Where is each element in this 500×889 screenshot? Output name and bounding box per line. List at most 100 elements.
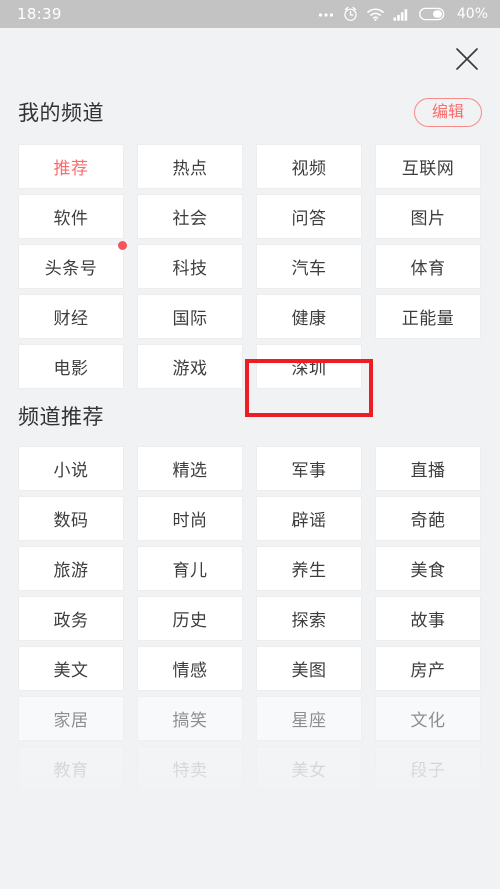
recommended-channel-tile[interactable]: 军事: [256, 446, 362, 491]
tile-label: 军事: [291, 461, 327, 481]
recommended-channel-tile[interactable]: 房产: [375, 646, 481, 691]
my-channel-tile[interactable]: 正能量: [375, 294, 481, 339]
recommended-channel-tile[interactable]: 养生: [256, 546, 362, 591]
tile-label: 精选: [172, 461, 208, 481]
tile-label: 软件: [53, 209, 89, 229]
recommended-channel-tile[interactable]: 历史: [137, 596, 243, 641]
status-bar: 18:39 40%: [0, 0, 500, 28]
my-channel-tile[interactable]: 电影: [18, 344, 124, 389]
tile-label: 科技: [172, 259, 208, 279]
my-channel-tile[interactable]: 软件: [18, 194, 124, 239]
my-channel-tile[interactable]: 汽车: [256, 244, 362, 289]
recommended-channel-tile[interactable]: 小说: [18, 446, 124, 491]
battery-percent-label: 40%: [456, 6, 488, 22]
recommended-channel-tile[interactable]: 探索: [256, 596, 362, 641]
tile-label: 小说: [53, 461, 89, 481]
tile-label: 育儿: [172, 561, 208, 581]
tile-label: 探索: [291, 611, 327, 631]
my-channel-tile[interactable]: 体育: [375, 244, 481, 289]
tile-label: 游戏: [172, 359, 208, 379]
tile-label: 星座: [291, 711, 327, 731]
recommended-channel-tile[interactable]: 政务: [18, 596, 124, 641]
wifi-icon: [367, 7, 384, 21]
tile-label: 视频: [291, 159, 327, 179]
tile-label: 健康: [291, 309, 327, 329]
tile-label: 热点: [172, 159, 208, 179]
my-channel-tile[interactable]: 健康: [256, 294, 362, 339]
my-channel-tile[interactable]: 深圳: [256, 344, 362, 389]
tile-label: 正能量: [401, 309, 455, 329]
my-channel-tile[interactable]: 科技: [137, 244, 243, 289]
recommended-channel-tile[interactable]: 星座: [256, 696, 362, 741]
recommended-channels-grid: 小说 精选 军事 直播数码 时尚 辟谣 奇葩旅游 育儿 养生 美食政务 历史 探索 故事美文 情感 美图 房产…: [0, 446, 500, 791]
tile-label: 故事: [410, 611, 446, 631]
recommended-channel-tile[interactable]: 辟谣: [256, 496, 362, 541]
my-channel-tile[interactable]: 视频: [256, 144, 362, 189]
recommended-channel-tile[interactable]: 旅游: [18, 546, 124, 591]
recommended-channel-tile[interactable]: 教育: [18, 746, 124, 791]
tile-label: 汽车: [291, 259, 327, 279]
my-channel-tile[interactable]: 国际: [137, 294, 243, 339]
status-time: 18:39: [17, 5, 62, 23]
tile-label: 深圳: [291, 359, 327, 379]
recommended-channel-tile[interactable]: 美食: [375, 546, 481, 591]
my-channel-tile[interactable]: 问答: [256, 194, 362, 239]
my-channel-tile[interactable]: 互联网: [375, 144, 481, 189]
tile-label: 图片: [410, 209, 446, 229]
tile-label: 特卖: [172, 761, 208, 781]
tile-label: 教育: [53, 761, 89, 781]
recommended-channel-tile[interactable]: 奇葩: [375, 496, 481, 541]
page-title: 我的频道: [18, 101, 104, 125]
my-channels-grid: 推荐 热点 视频 互联网软件 社会 问答 图片头条号 科技 汽车 体育财经 国际 健康 正能量电影 游戏 深…: [0, 144, 500, 389]
tile-label: 辟谣: [291, 511, 327, 531]
panel-header: [0, 28, 500, 90]
recommended-channel-tile[interactable]: 文化: [375, 696, 481, 741]
recommended-channel-tile[interactable]: 育儿: [137, 546, 243, 591]
recommended-channel-tile[interactable]: 家居: [18, 696, 124, 741]
tile-label: 互联网: [401, 159, 455, 179]
status-icons: 40%: [318, 6, 488, 22]
my-channel-tile[interactable]: 游戏: [137, 344, 243, 389]
my-channel-tile[interactable]: 社会: [137, 194, 243, 239]
tile-label: 旅游: [53, 561, 89, 581]
tile-label: 政务: [53, 611, 89, 631]
close-icon[interactable]: [448, 40, 486, 78]
tile-label: 段子: [410, 761, 446, 781]
recommended-channel-tile[interactable]: 数码: [18, 496, 124, 541]
my-channel-tile[interactable]: 头条号: [18, 241, 127, 289]
recommended-channel-tile[interactable]: 段子: [375, 746, 481, 791]
tile-label: 历史: [172, 611, 208, 631]
tile-label: 问答: [291, 209, 327, 229]
recommended-section-title: 频道推荐: [18, 405, 104, 429]
recommended-channel-tile[interactable]: 故事: [375, 596, 481, 641]
recommended-channel-tile[interactable]: 时尚: [137, 496, 243, 541]
recommended-channel-tile[interactable]: 直播: [375, 446, 481, 491]
recommended-channel-tile[interactable]: 精选: [137, 446, 243, 491]
my-channel-tile[interactable]: 热点: [137, 144, 243, 189]
tile-label: 奇葩: [410, 511, 446, 531]
battery-icon: [418, 7, 447, 21]
tile-label: 直播: [410, 461, 446, 481]
signal-bars-icon: [393, 8, 410, 21]
recommended-channel-tile[interactable]: 美文: [18, 646, 124, 691]
tile-label: 情感: [172, 661, 208, 681]
recommended-channel-tile[interactable]: 美女: [256, 746, 362, 791]
alarm-clock-icon: [343, 6, 358, 22]
my-channel-tile[interactable]: 图片: [375, 194, 481, 239]
tile-label: 时尚: [172, 511, 208, 531]
my-channel-tile[interactable]: 财经: [18, 294, 124, 339]
recommended-channel-tile[interactable]: 情感: [137, 646, 243, 691]
tile-label: 养生: [291, 561, 327, 581]
recommended-channel-tile[interactable]: 搞笑: [137, 696, 243, 741]
tile-label: 美食: [410, 561, 446, 581]
tile-label: 美文: [53, 661, 89, 681]
recommended-channel-tile[interactable]: 美图: [256, 646, 362, 691]
new-badge-dot: [118, 241, 127, 250]
edit-button[interactable]: 编辑: [413, 97, 482, 127]
tile-label: 搞笑: [172, 711, 208, 731]
tile-label: 财经: [53, 309, 89, 329]
my-channel-tile[interactable]: 推荐: [18, 144, 124, 189]
tile-label: 电影: [53, 359, 89, 379]
tile-label: 社会: [172, 209, 208, 229]
recommended-channel-tile[interactable]: 特卖: [137, 746, 243, 791]
